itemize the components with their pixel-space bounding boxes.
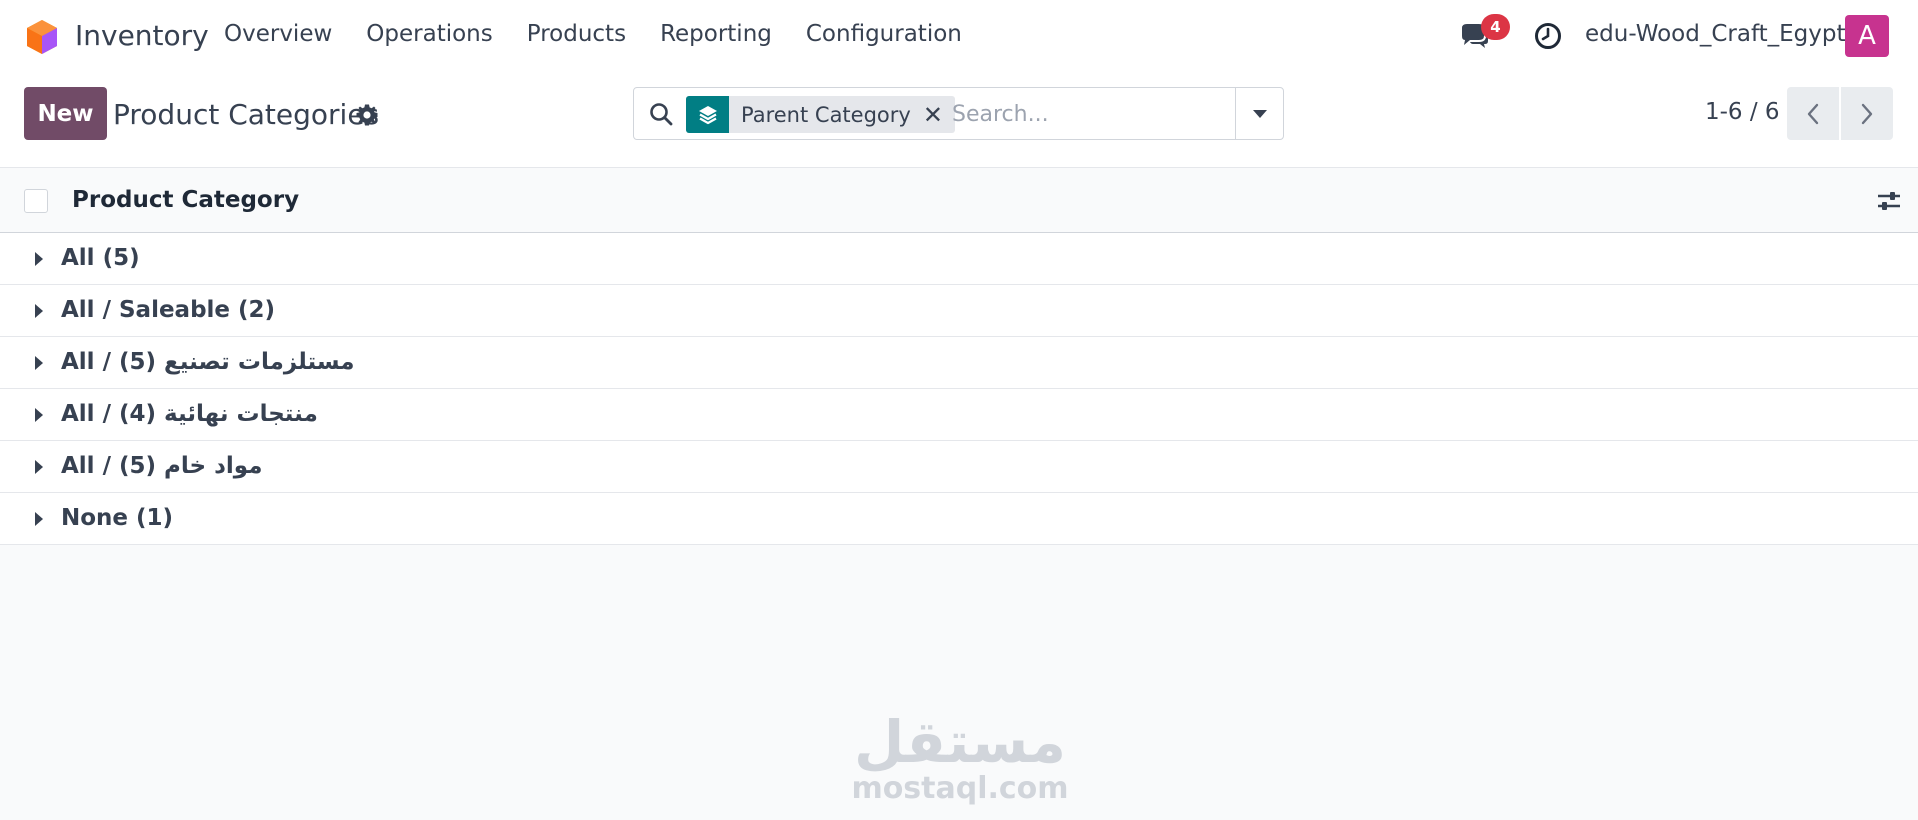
chevron-left-icon [1807,103,1819,124]
list-header: Product Category [0,168,1918,233]
new-button[interactable]: New [24,87,107,140]
gear-icon[interactable] [355,103,379,127]
clock-icon[interactable] [1534,22,1562,50]
caret-right-icon [35,252,43,266]
watermark-logo: مستقل mostaql.com [851,708,1068,805]
group-row[interactable]: All (5) [0,233,1918,285]
search-facet-parent-category: Parent Category ✕ [686,96,955,133]
watermark-arabic: مستقل [854,708,1066,776]
chevron-right-icon [1861,103,1873,124]
app-name[interactable]: Inventory [75,19,209,52]
menu-products[interactable]: Products [527,21,626,47]
user-avatar[interactable]: A [1845,15,1889,57]
group-label: All (5) [61,245,140,271]
watermark-latin: mostaql.com [851,771,1068,805]
group-label: None (1) [61,505,174,531]
menu-reporting[interactable]: Reporting [660,21,772,47]
menu-overview[interactable]: Overview [224,21,332,47]
search-bar: Parent Category ✕ [633,87,1284,140]
pager-next-button[interactable] [1841,87,1893,140]
group-row[interactable]: All / مستلزمات تصنيع (5) [0,337,1918,389]
pager-previous-button[interactable] [1787,87,1839,140]
caret-down-icon [1253,109,1267,118]
group-row[interactable]: All / مواد خام (5) [0,441,1918,493]
notification-badge: 4 [1481,14,1510,40]
search-icon[interactable] [648,101,674,127]
top-navbar: Inventory Overview Operations Products R… [0,0,1918,73]
page-title: Product Categories [113,98,380,131]
caret-right-icon [35,304,43,318]
search-input[interactable] [952,98,1222,131]
group-label: All / Saleable (2) [61,297,276,323]
caret-right-icon [35,460,43,474]
select-all-checkbox[interactable] [24,189,48,213]
group-label: All / منتجات نهائية (4) [61,401,318,427]
pager-value[interactable]: 1-6 / 6 [1705,99,1780,125]
group-row[interactable]: None (1) [0,493,1918,545]
group-row[interactable]: All / منتجات نهائية (4) [0,389,1918,441]
category-list: Product Category All (5) All / Saleable … [0,168,1918,545]
caret-right-icon [35,512,43,526]
caret-right-icon [35,356,43,370]
optional-columns-icon[interactable] [1876,188,1902,214]
menu-configuration[interactable]: Configuration [806,21,962,47]
control-panel: New Product Categories Parent Category ✕ [0,73,1918,168]
facet-remove-icon[interactable]: ✕ [923,101,955,129]
facet-label: Parent Category [741,102,911,127]
caret-right-icon [35,408,43,422]
group-label: All / مواد خام (5) [61,453,263,479]
group-label: All / مستلزمات تصنيع (5) [61,349,355,375]
layers-icon [686,96,729,133]
menu-operations[interactable]: Operations [366,21,492,47]
app-logo-icon[interactable] [24,18,60,56]
column-header-product-category[interactable]: Product Category [72,187,299,213]
company-switcher[interactable]: edu-Wood_Craft_Egypt [1585,21,1846,47]
main-menu: Overview Operations Products Reporting C… [224,21,996,47]
search-options-toggle[interactable] [1235,88,1284,139]
group-row[interactable]: All / Saleable (2) [0,285,1918,337]
